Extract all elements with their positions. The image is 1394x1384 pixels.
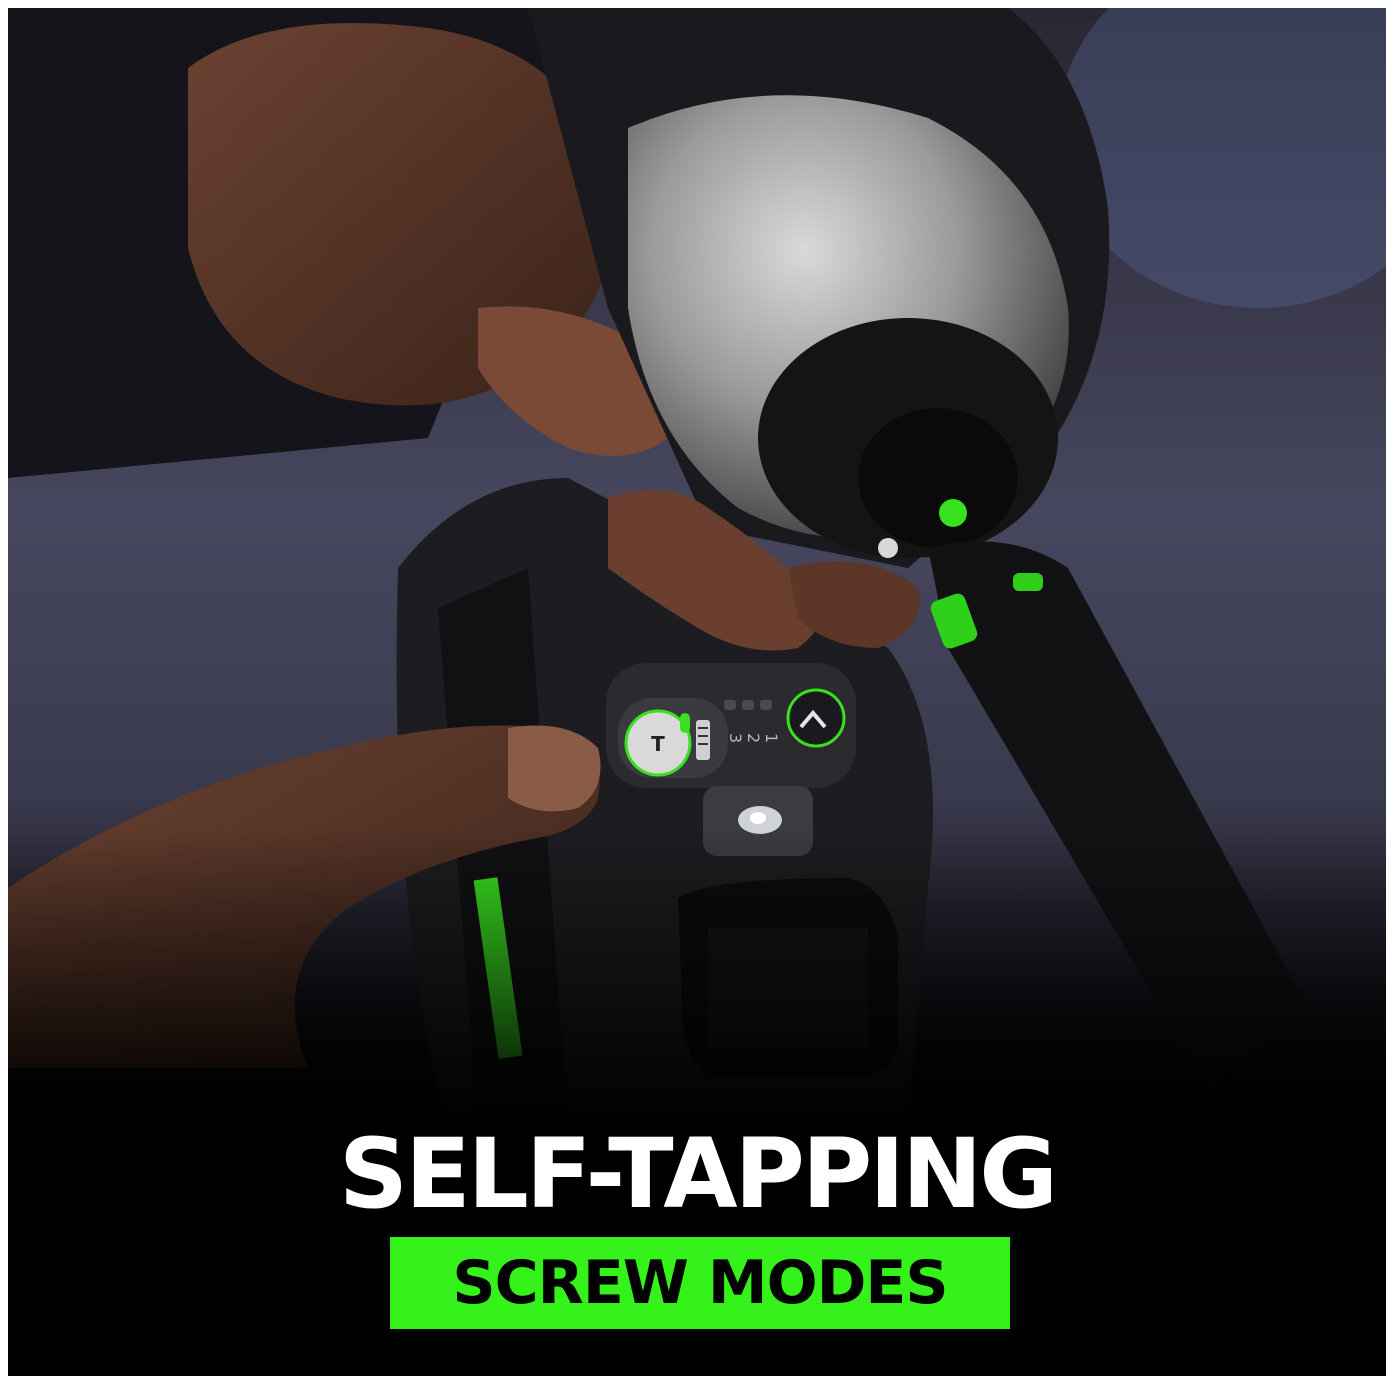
product-photo: T 3 2 1 xyxy=(8,8,1386,1128)
mode-control-panel: T 3 2 1 xyxy=(606,663,856,788)
headline: SELF-TAPPING xyxy=(338,1118,1058,1230)
screw-mode-icon xyxy=(696,720,710,760)
speed-label-1: 1 xyxy=(762,733,781,743)
speed-label-2: 2 xyxy=(744,733,763,743)
button-letter: T xyxy=(651,732,665,756)
mode-select-chevron-icon xyxy=(786,688,846,748)
subheadline-badge: SCREW MODES xyxy=(390,1237,1010,1329)
speed-label-3: 3 xyxy=(726,733,745,743)
ad-frame: T 3 2 1 SELF-TAPPING SCREW MODES xyxy=(8,8,1386,1376)
subheadline: SCREW MODES xyxy=(452,1248,948,1318)
